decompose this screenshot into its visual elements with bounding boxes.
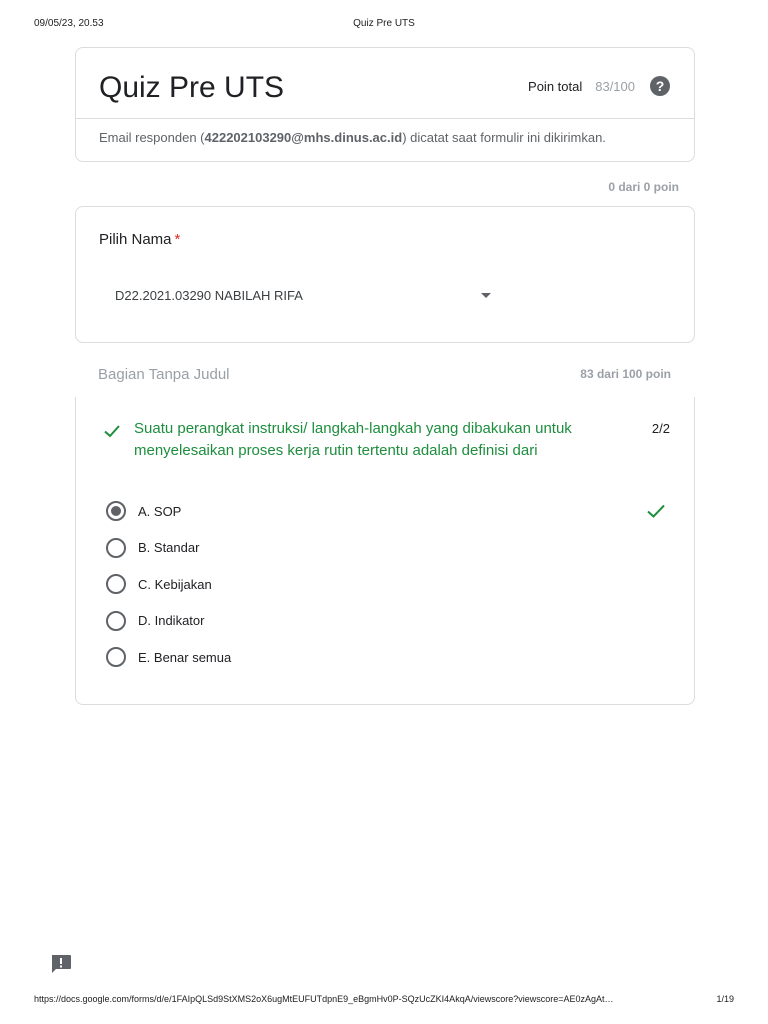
option-label: B. Standar <box>138 540 200 556</box>
name-question-label: Pilih Nama * <box>99 231 180 248</box>
radio-button[interactable] <box>106 574 126 595</box>
option-c[interactable]: C. Kebijakan <box>106 566 666 603</box>
question-text: Suatu perangkat instruksi/ langkah-langk… <box>134 420 572 459</box>
name-question-title: Pilih Nama <box>99 231 172 248</box>
email-note-suffix: ) dicatat saat formulir ini dikirimkan. <box>402 130 606 145</box>
option-label: D. Indikator <box>138 613 205 629</box>
dropdown-arrow-icon <box>481 293 491 298</box>
title-divider <box>76 118 694 119</box>
total-points-label: Poin total <box>528 78 583 94</box>
name-question-card: Pilih Nama * D22.2021.03290 NABILAH RIFA <box>75 206 695 343</box>
print-footer-page-number: 1/19 <box>716 994 734 1004</box>
total-points-value: 83/100 <box>595 78 635 94</box>
option-d[interactable]: D. Indikator <box>106 603 666 640</box>
name-dropdown[interactable]: D22.2021.03290 NABILAH RIFA <box>99 277 499 313</box>
question-circle-icon[interactable]: ? <box>650 76 670 96</box>
correct-answer-check-icon <box>647 504 665 518</box>
option-label: C. Kebijakan <box>138 576 212 592</box>
email-note-prefix: Email responden ( <box>99 130 205 145</box>
form-title-card: Quiz Pre UTS Poin total 83/100 ? Email r… <box>75 47 695 162</box>
radio-button[interactable] <box>106 501 126 522</box>
print-footer-url: https://docs.google.com/forms/d/e/1FAIpQ… <box>34 994 614 1004</box>
answer-options: A. SOP B. Standar C. Kebijakan D. Indika… <box>106 493 666 676</box>
radio-button[interactable] <box>106 610 126 631</box>
correct-check-icon <box>104 425 120 438</box>
option-b[interactable]: B. Standar <box>106 530 666 567</box>
total-points: Poin total 83/100 ? <box>528 76 670 96</box>
radio-button[interactable] <box>106 537 126 558</box>
radio-button[interactable] <box>106 647 126 668</box>
option-a[interactable]: A. SOP <box>106 493 666 530</box>
form-title: Quiz Pre UTS <box>99 71 285 104</box>
name-dropdown-value: D22.2021.03290 NABILAH RIFA <box>115 287 303 303</box>
required-asterisk: * <box>174 231 181 248</box>
option-e[interactable]: E. Benar semua <box>106 639 666 676</box>
feedback-icon[interactable] <box>50 954 72 974</box>
respondent-email: 422202103290@mhs.dinus.ac.id <box>204 130 403 145</box>
option-label: E. Benar semua <box>138 649 232 665</box>
name-section-points: 0 dari 0 poin <box>608 180 679 194</box>
section-points: 83 dari 100 poin <box>580 367 671 381</box>
question-score: 2/2 <box>651 421 670 436</box>
email-note: Email responden (422202103290@mhs.dinus.… <box>99 130 606 145</box>
question-card: Suatu perangkat instruksi/ langkah-langk… <box>75 397 695 705</box>
option-label: A. SOP <box>138 503 182 519</box>
print-header-title: Quiz Pre UTS <box>353 18 415 29</box>
